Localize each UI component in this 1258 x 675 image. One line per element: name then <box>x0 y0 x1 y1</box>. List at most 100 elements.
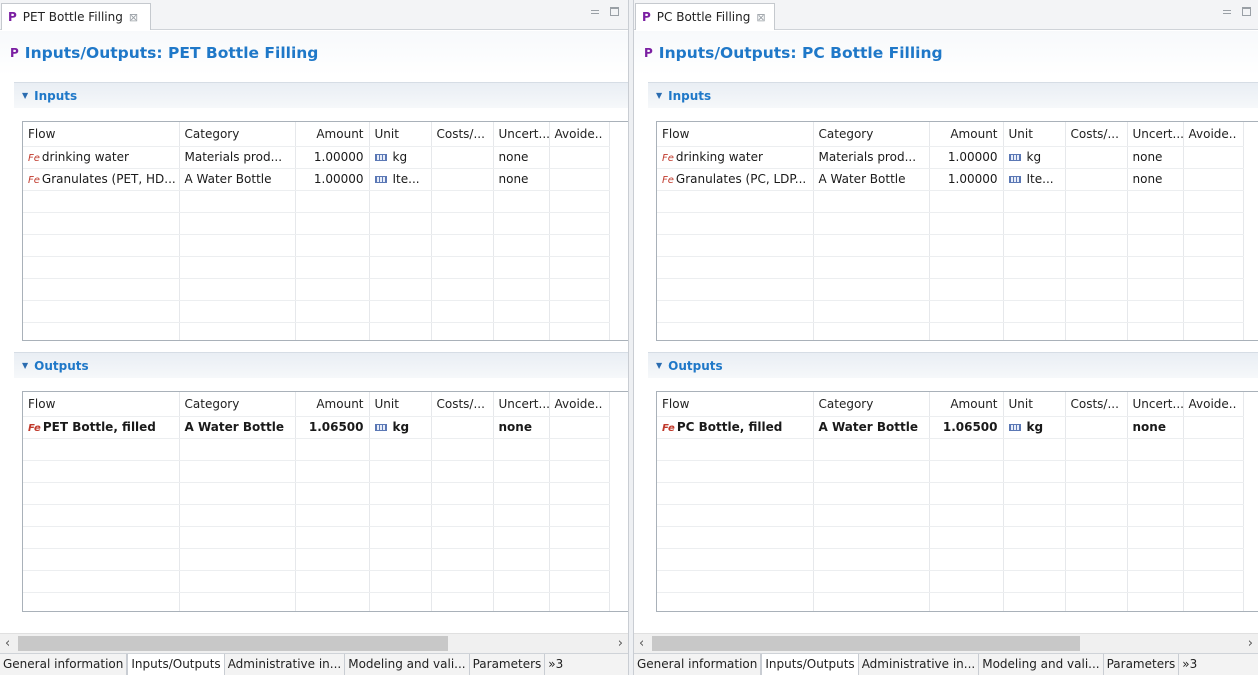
more-tabs-button[interactable]: »3 <box>1179 654 1200 675</box>
col-avoided-cell[interactable] <box>549 438 610 461</box>
col-amount-cell[interactable]: 1.00000 <box>295 146 370 169</box>
col-category-cell[interactable] <box>813 212 930 235</box>
col-costs-header[interactable]: Costs/... <box>1065 122 1128 147</box>
col-category-cell[interactable] <box>813 278 930 301</box>
minimize-icon[interactable] <box>1222 7 1232 17</box>
col-uncertainty-cell[interactable] <box>493 570 550 593</box>
col-category-cell[interactable] <box>813 460 930 483</box>
col-uncertainty-cell[interactable]: none <box>493 168 550 191</box>
col-flow-header[interactable]: Flow <box>657 122 814 147</box>
col-avoided-cell[interactable] <box>1183 504 1244 527</box>
col-unit-cell[interactable] <box>1003 234 1066 257</box>
col-costs-cell[interactable] <box>431 416 494 439</box>
unit-cell[interactable]: Ite... <box>369 168 432 191</box>
col-unit-cell[interactable] <box>1003 460 1066 483</box>
col-avoided-cell[interactable] <box>1183 416 1244 439</box>
col-avoided-cell[interactable] <box>1183 460 1244 483</box>
col-flow-cell[interactable] <box>657 438 814 461</box>
col-category-cell[interactable] <box>179 548 296 571</box>
col-avoided-header[interactable]: Avoide.. <box>549 122 610 147</box>
tab-modeling-validation[interactable]: Modeling and vali... <box>345 654 470 675</box>
col-category-cell[interactable] <box>179 460 296 483</box>
col-category-cell[interactable] <box>179 438 296 461</box>
col-flow-cell[interactable] <box>657 300 814 323</box>
col-costs-header[interactable]: Costs/... <box>431 392 494 417</box>
col-costs-cell[interactable] <box>1065 548 1128 571</box>
col-uncertainty-cell[interactable] <box>493 548 550 571</box>
col-flow-cell[interactable] <box>23 212 180 235</box>
col-amount-cell[interactable]: 1.06500 <box>929 416 1004 439</box>
flow-cell[interactable]: Fe drinking water <box>23 146 180 169</box>
empty-table-row[interactable] <box>23 212 610 235</box>
col-flow-cell[interactable] <box>23 592 180 611</box>
col-amount-cell[interactable] <box>929 278 1004 301</box>
col-costs-cell[interactable] <box>1065 212 1128 235</box>
col-flow-cell[interactable] <box>657 460 814 483</box>
col-amount-cell[interactable] <box>295 482 370 505</box>
col-uncertainty-cell[interactable]: none <box>1127 168 1184 191</box>
col-category-cell[interactable] <box>179 504 296 527</box>
col-uncertainty-cell[interactable]: none <box>1127 146 1184 169</box>
col-avoided-cell[interactable] <box>1183 146 1244 169</box>
empty-table-row[interactable] <box>23 234 610 257</box>
flow-cell[interactable]: Fe drinking water <box>657 146 814 169</box>
col-flow-header[interactable]: Flow <box>23 392 180 417</box>
col-uncertainty-cell[interactable] <box>493 234 550 257</box>
col-uncertainty-cell[interactable] <box>1127 212 1184 235</box>
empty-table-row[interactable] <box>23 460 610 483</box>
col-amount-cell[interactable] <box>929 300 1004 323</box>
col-avoided-cell[interactable] <box>1183 570 1244 593</box>
empty-table-row[interactable] <box>23 322 610 340</box>
inputs-section-header[interactable]: ▼ Inputs <box>14 82 628 108</box>
col-category-cell[interactable] <box>813 482 930 505</box>
empty-table-row[interactable] <box>657 504 1244 527</box>
col-amount-cell[interactable] <box>929 504 1004 527</box>
col-uncertainty-cell[interactable] <box>1127 322 1184 340</box>
col-flow-cell[interactable] <box>23 460 180 483</box>
empty-table-row[interactable] <box>23 570 610 593</box>
col-uncertainty-cell[interactable] <box>1127 548 1184 571</box>
flow-cell[interactable]: Fe PET Bottle, filled <box>23 416 180 439</box>
col-avoided-header[interactable]: Avoide.. <box>549 392 610 417</box>
empty-table-row[interactable] <box>23 548 610 571</box>
col-amount-cell[interactable] <box>295 570 370 593</box>
col-costs-cell[interactable] <box>431 146 494 169</box>
col-avoided-cell[interactable] <box>549 570 610 593</box>
col-amount-header[interactable]: Amount <box>929 122 1004 147</box>
col-costs-cell[interactable] <box>1065 504 1128 527</box>
scroll-right-icon[interactable]: › <box>1248 636 1253 651</box>
col-costs-cell[interactable] <box>431 322 494 340</box>
col-costs-cell[interactable] <box>1065 482 1128 505</box>
col-costs-cell[interactable] <box>431 256 494 279</box>
col-avoided-cell[interactable] <box>1183 278 1244 301</box>
col-unit-cell[interactable] <box>1003 256 1066 279</box>
col-costs-cell[interactable] <box>431 300 494 323</box>
col-uncertainty-cell[interactable] <box>1127 278 1184 301</box>
col-flow-header[interactable]: Flow <box>657 392 814 417</box>
col-amount-cell[interactable] <box>929 256 1004 279</box>
col-category-cell[interactable] <box>179 278 296 301</box>
col-unit-cell[interactable] <box>1003 300 1066 323</box>
table-row[interactable]: Fe drinking water Materials prod... 1.00000… <box>657 146 1244 169</box>
col-category-cell[interactable] <box>179 526 296 549</box>
inputs-section-header[interactable]: ▼ Inputs <box>648 82 1258 108</box>
empty-table-row[interactable] <box>23 278 610 301</box>
unit-cell[interactable]: kg <box>1003 146 1066 169</box>
col-flow-cell[interactable] <box>657 526 814 549</box>
col-flow-cell[interactable] <box>23 526 180 549</box>
col-unit-cell[interactable] <box>1003 504 1066 527</box>
col-flow-cell[interactable] <box>657 548 814 571</box>
empty-table-row[interactable] <box>23 592 610 611</box>
col-flow-cell[interactable] <box>23 278 180 301</box>
empty-table-row[interactable] <box>23 482 610 505</box>
editor-tab[interactable]: P PET Bottle Filling ⊠ <box>1 3 151 30</box>
col-unit-cell[interactable] <box>369 190 432 213</box>
col-uncertainty-header[interactable]: Uncert... <box>493 122 550 147</box>
col-unit-cell[interactable] <box>369 234 432 257</box>
col-uncertainty-cell[interactable] <box>493 322 550 340</box>
col-costs-cell[interactable] <box>431 482 494 505</box>
empty-table-row[interactable] <box>657 548 1244 571</box>
empty-table-row[interactable] <box>23 526 610 549</box>
empty-table-row[interactable] <box>657 278 1244 301</box>
col-unit-cell[interactable] <box>1003 526 1066 549</box>
